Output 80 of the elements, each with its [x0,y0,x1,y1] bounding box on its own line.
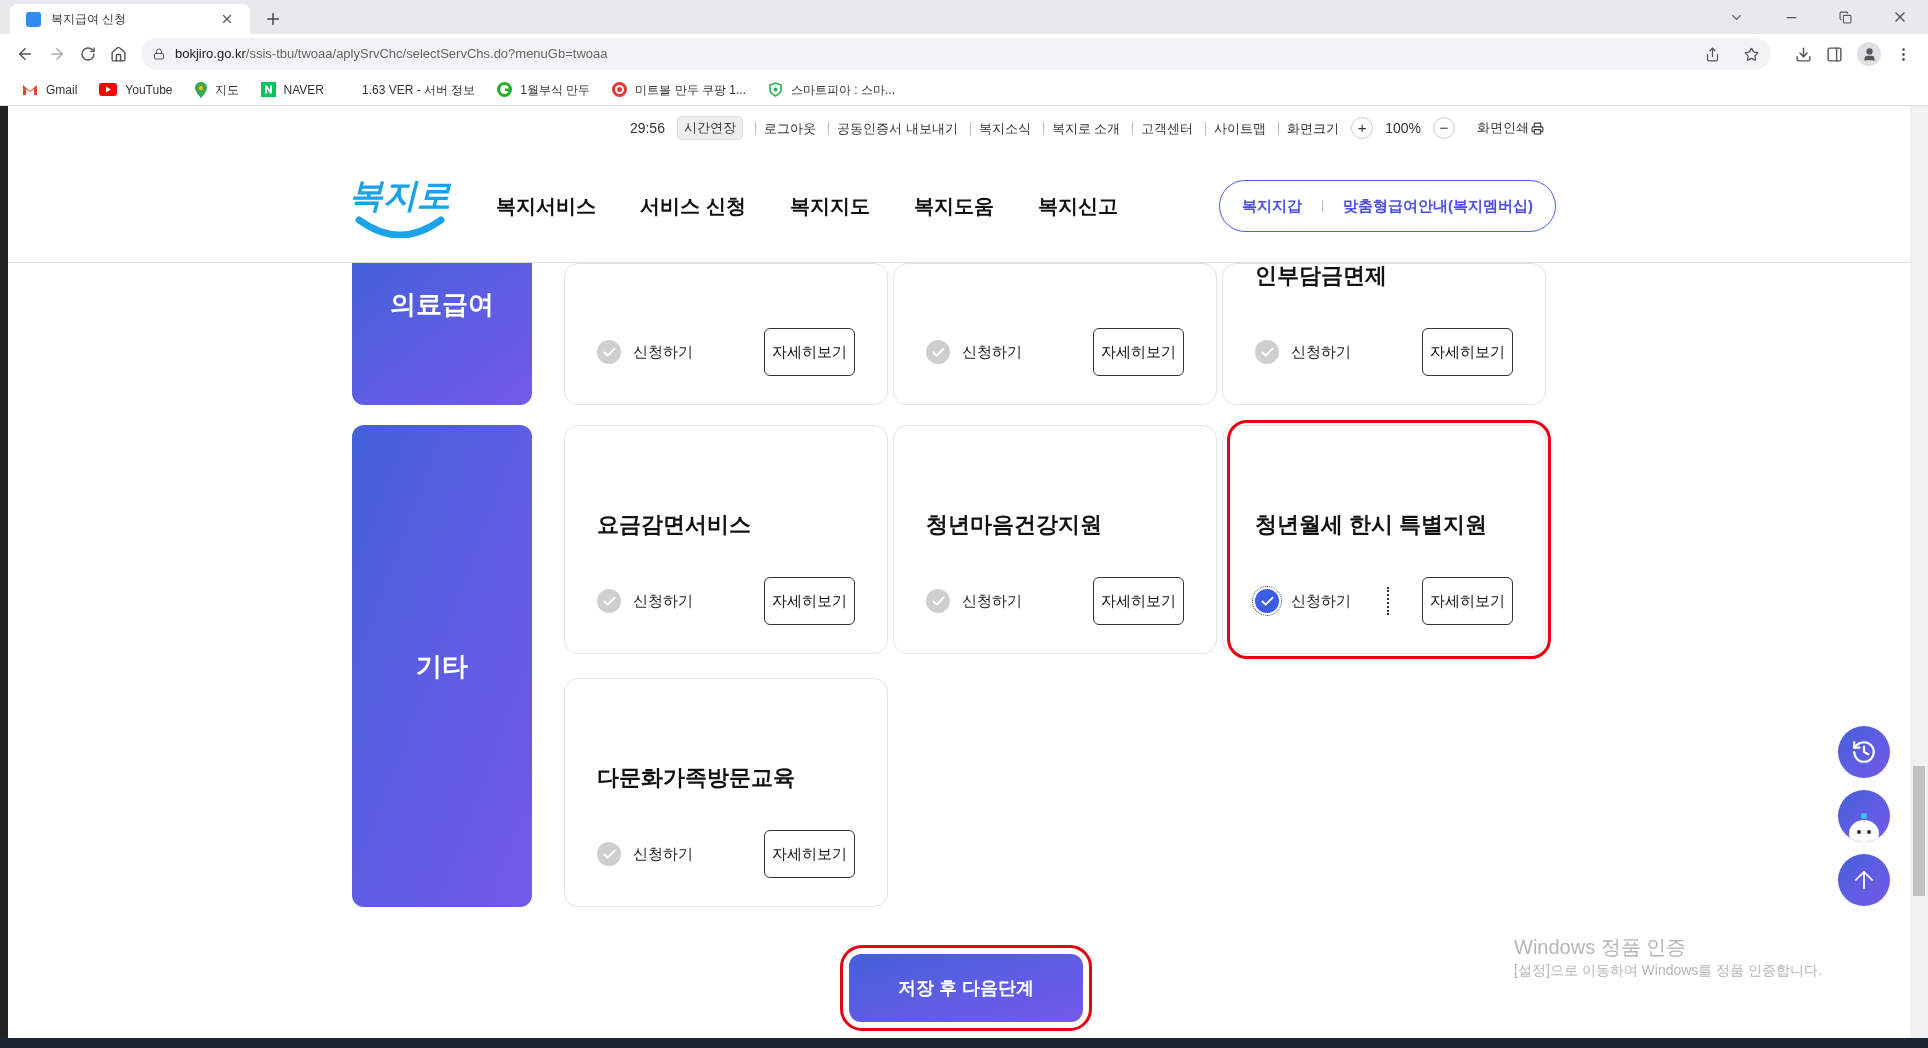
apply-checkbox[interactable]: 신청하기 [1255,587,1389,615]
details-button[interactable]: 자세히보기 [1093,577,1184,625]
bookmark[interactable]: Gmail [22,80,78,99]
utility-link[interactable]: 복지소식 [969,121,1031,135]
service-title: 다문화가족방문교육 [597,764,796,792]
utility-link[interactable]: 공동인증서 내보내기 [827,121,958,135]
history-button[interactable] [1838,726,1890,778]
save-next-button[interactable]: 저장 후 다음단계 [849,954,1083,1022]
bookmark[interactable]: 지도 [194,80,239,99]
lock-icon [153,48,165,60]
url-text: bokjiro.go.kr/ssis-tbu/twoaa/aplySrvChc/selectServChs.do?menuGb=twoaa [175,45,609,64]
extend-button[interactable]: 시간연장 [676,116,743,140]
n-logo-icon [260,82,276,97]
nav-menu-item[interactable]: 복지서비스 [496,191,596,221]
shield-icon [768,82,784,97]
close-icon[interactable] [220,12,234,26]
category-panel: 의료급여 [352,263,532,405]
nav-menu-item[interactable]: 서비스 신청 [640,191,746,221]
star-icon[interactable] [1744,46,1759,62]
nav-menu-item[interactable]: 복지신고 [1037,191,1118,221]
bookmark[interactable]: 스마트피아 : 스마... [768,80,896,99]
details-button[interactable]: 자세히보기 [764,830,855,878]
zoom-label: 화면크기 [1278,121,1340,135]
profile-icon[interactable] [1857,42,1881,66]
c-logo-icon [612,82,628,97]
side-panel-icon[interactable] [1826,45,1843,63]
details-button[interactable]: 자세히보기 [1422,577,1513,625]
print-link[interactable]: 화면인쇄 [1477,118,1544,138]
g-logo-icon [497,82,513,97]
service-title: 청년마음건강지원 [926,511,1103,539]
printer-icon [1531,121,1544,135]
history-icon [1851,739,1877,765]
nav-menu-item[interactable]: 복지도움 [913,191,994,221]
tab-title: 복지급여 신청 [51,11,128,28]
activation-title: Windows 정품 인증 [1514,935,1688,960]
chatbot-button[interactable] [1838,790,1890,842]
category-panel: 기타 [352,425,532,907]
new-tab-icon[interactable] [264,10,282,28]
mascot-icon [1846,812,1882,842]
zoom-value: 100% [1385,118,1421,138]
nav-menu-item[interactable]: 복지지도 [789,191,870,221]
utility-link[interactable]: 로그아웃 [754,121,816,135]
apply-checkbox[interactable]: 신청하기 [1255,338,1387,366]
map-pin-icon [194,81,207,98]
address-bar[interactable]: bokjiro.go.kr/ssis-tbu/twoaa/aplySrvChc/selectServChs.do?menuGb=twoaa [141,38,1771,70]
back-icon[interactable] [16,45,34,63]
service-title: 인부담금면제 [1255,262,1388,290]
session-timer: 29:56 [629,118,665,138]
service-title: 청년월세 한시 특별지원 [1255,511,1489,539]
scroll-top-button[interactable] [1838,854,1890,906]
play-icon [99,83,118,96]
utility-link[interactable]: 사이트맵 [1205,121,1267,135]
pill-link[interactable]: 맞춤형급여안내(복지멤버십) [1322,200,1533,212]
bookmark[interactable]: 1월부식 만두 [497,80,591,99]
utility-link[interactable]: 복지로 소개 [1042,121,1121,135]
bookmark[interactable]: 미트볼 만두 쿠팡 1... [612,80,747,99]
details-button[interactable]: 자세히보기 [1093,328,1184,376]
details-button[interactable]: 자세히보기 [1422,328,1513,376]
reload-icon[interactable] [80,46,96,62]
utility-link[interactable]: 고객센터 [1132,121,1194,135]
pill-link[interactable]: 복지지갑 [1242,194,1302,218]
apply-checkbox[interactable]: 신청하기 [597,587,729,615]
apply-checkbox[interactable]: 신청하기 [597,840,729,868]
restore-icon[interactable] [1839,10,1852,24]
share-icon[interactable] [1705,46,1720,62]
mail-icon [22,83,38,96]
apply-checkbox[interactable]: 신청하기 [926,338,1058,366]
apply-checkbox[interactable]: 신청하기 [926,587,1058,615]
service-title: 요금감면서비스 [597,511,752,539]
bookmark[interactable]: YouTube [99,80,173,99]
browser-tab[interactable]: 복지급여 신청 [10,4,250,34]
apply-checkbox[interactable]: 신청하기 [597,338,729,366]
activation-text: [설정]으로 이동하여 Windows를 정품 인증합니다. [1514,961,1823,980]
details-button[interactable]: 자세히보기 [764,328,855,376]
download-icon[interactable] [1795,45,1812,63]
bookmark[interactable]: NAVER [260,80,324,99]
home-icon[interactable] [110,45,127,63]
site-icon [26,11,41,27]
details-button[interactable]: 자세히보기 [764,577,855,625]
bookmark[interactable]: 1.63 VER - 서버 정보 [361,80,476,99]
